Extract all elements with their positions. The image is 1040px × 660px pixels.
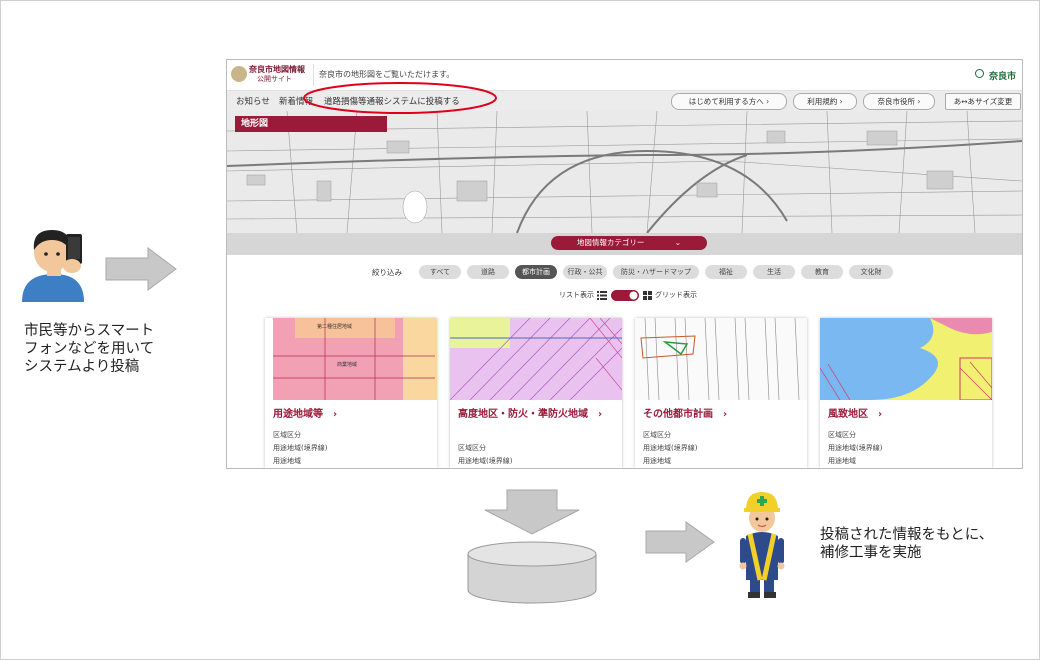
flow-arrow-down	[484, 489, 580, 535]
card-title: その他都市計画 ›	[643, 409, 728, 420]
card-title: 高度地区・防火・準防火地域 ›	[458, 409, 603, 420]
filter-chip-government[interactable]: 行政・公共	[563, 265, 607, 279]
site-tagline: 奈良市の地形図をご覧いただけます。	[319, 70, 455, 79]
caption-left-line3: システムより投稿	[24, 359, 140, 375]
highlight-ellipse	[303, 82, 497, 114]
smartphone-user-icon	[22, 230, 84, 302]
flow-arrow-right-2	[645, 521, 715, 563]
site-logo-mark	[231, 66, 247, 82]
category-dropdown-label: 地図情報カテゴリー	[576, 238, 645, 247]
grid-view-label: グリッド表示	[655, 291, 697, 299]
filter-chip-city-planning[interactable]: 都市計画	[515, 265, 557, 279]
city-emblem-icon	[975, 69, 984, 78]
category-card[interactable]: 風致地区 › 区域区分 用途地域(境界線) 用途地域	[820, 318, 992, 468]
filter-chip-disaster[interactable]: 防災・ハザードマップ	[613, 265, 699, 279]
database-icon	[467, 541, 597, 604]
caption-left-line1: 市民等からスマート	[24, 323, 155, 339]
first-time-users-button[interactable]: はじめて利用する方へ ›	[671, 93, 787, 110]
filter-chip-life[interactable]: 生活	[753, 265, 795, 279]
card-line: 用途地域(境界線)	[273, 444, 328, 452]
card-map-thumbnail	[450, 318, 622, 400]
list-view-label: リスト表示	[559, 291, 594, 299]
card-line: 用途地域	[828, 457, 856, 465]
map-banner[interactable]: 地形図	[227, 111, 1022, 233]
card-map-thumbnail: 第二種住居地域 商業地域	[265, 318, 437, 400]
filter-chip-road[interactable]: 道路	[467, 265, 509, 279]
category-dropdown[interactable]: 地図情報カテゴリー ⌄	[551, 236, 707, 250]
nav-item-news[interactable]: お知らせ	[236, 95, 270, 107]
card-line: 区域区分	[643, 431, 671, 439]
card-line: 用途地域	[643, 457, 671, 465]
caption-right-line2: 補修工事を実施	[820, 545, 922, 561]
card-line: 用途地域	[273, 457, 301, 465]
chevron-down-icon: ⌄	[674, 238, 682, 247]
map-type-label: 地形図	[235, 116, 387, 132]
site-screenshot: 奈良市地図情報 公開サイト 奈良市の地形図をご覧いただけます。 奈良市 お知らせ…	[226, 59, 1023, 469]
card-line: 用途地域(境界線)	[828, 444, 883, 452]
city-logo[interactable]: 奈良市	[989, 69, 1016, 82]
thumb-label-commercial: 商業地域	[337, 361, 357, 368]
card-title: 風致地区 ›	[828, 409, 883, 420]
card-line: 区域区分	[458, 444, 486, 452]
filter-chip-welfare[interactable]: 福祉	[705, 265, 747, 279]
caption-left: 市民等からスマート フォンなどを用いて システムより投稿	[24, 322, 154, 376]
caption-right: 投稿された情報をもとに、 補修工事を実施	[820, 526, 993, 562]
card-line: 用途地域(境界線)	[458, 457, 513, 465]
caption-right-line1: 投稿された情報をもとに、	[820, 527, 994, 543]
terms-button[interactable]: 利用規約 ›	[793, 93, 857, 110]
filter-chip-cultural[interactable]: 文化財	[849, 265, 893, 279]
card-line: 区域区分	[828, 431, 856, 439]
card-line: 区域区分	[273, 431, 301, 439]
filter-chip-all[interactable]: すべて	[419, 265, 461, 279]
font-size-button[interactable]: あ↔あサイズ変更	[945, 93, 1021, 110]
flow-arrow-right-1	[105, 247, 177, 291]
category-card[interactable]: 高度地区・防火・準防火地域 › 区域区分 用途地域(境界線)	[450, 318, 622, 468]
card-title: 用途地域等 ›	[273, 409, 338, 420]
construction-worker-icon	[739, 492, 785, 598]
category-card[interactable]: 第二種住居地域 商業地域 用途地域等 › 区域区分 用途地域(境界線) 用途地域	[265, 318, 437, 468]
card-map-thumbnail	[820, 318, 992, 400]
caption-left-line2: フォンなどを用いて	[24, 341, 155, 357]
site-logo-subtitle: 公開サイト	[257, 75, 292, 83]
thumb-label-zone-2: 第二種住居地域	[317, 323, 352, 330]
filter-label: 絞り込み	[372, 268, 402, 277]
card-map-thumbnail	[635, 318, 807, 400]
filter-chip-education[interactable]: 教育	[801, 265, 843, 279]
card-line: 用途地域(境界線)	[643, 444, 698, 452]
city-office-button[interactable]: 奈良市役所 ›	[863, 93, 935, 110]
category-card[interactable]: その他都市計画 › 区域区分 用途地域(境界線) 用途地域	[635, 318, 807, 468]
